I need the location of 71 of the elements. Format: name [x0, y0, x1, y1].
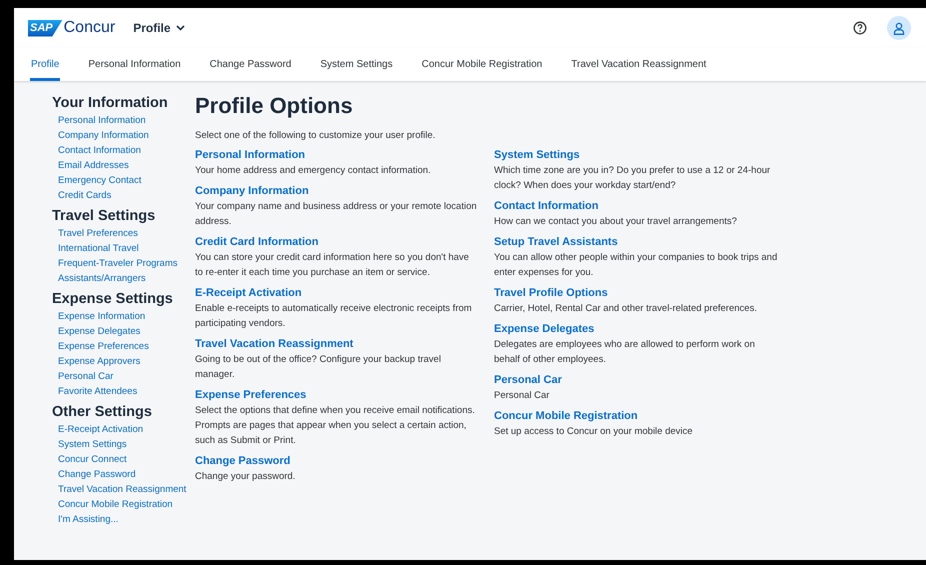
option-description: Enable e-receipts to automatically receive electronic receipts from participating vendors. [195, 302, 473, 331]
sidebar-link[interactable]: Personal Car [58, 369, 188, 384]
chevron-down-icon [176, 25, 185, 31]
page-title: Profile Options [195, 92, 354, 120]
option-description: Change your password. [195, 470, 296, 484]
sidebar-link[interactable]: Personal Information [58, 113, 188, 128]
concur-logo[interactable]: SAP Concur [28, 16, 116, 40]
tab[interactable]: Change Password [208, 48, 292, 81]
option-link[interactable]: Concur Mobile Registration [494, 409, 638, 424]
option-link[interactable]: Travel Vacation Reassignment [195, 337, 354, 352]
section-heading: Travel Settings [52, 207, 156, 226]
intro-text: Select one of the following to customize your user profile. [195, 129, 436, 143]
option-link[interactable]: Expense Preferences [195, 388, 306, 403]
option-link[interactable]: Credit Card Information [195, 235, 318, 250]
sidebar-link[interactable]: Concur Connect [58, 452, 188, 467]
sidebar-link[interactable]: E-Receipt Activation [58, 422, 188, 437]
sidebar-link[interactable]: System Settings [58, 437, 188, 452]
sidebar-link[interactable]: Change Password [58, 467, 188, 482]
sidebar-link[interactable]: Concur Mobile Registration [58, 497, 188, 512]
sidebar-link[interactable]: Expense Preferences [58, 339, 188, 354]
option-description: You can allow other people within your companies to book trips and enter expenses for you. [494, 251, 778, 280]
option-link[interactable]: E-Receipt Activation [195, 286, 302, 301]
tab[interactable]: Travel Vacation Reassignment [570, 48, 708, 81]
sidebar-link[interactable]: Expense Information [58, 309, 188, 324]
option-link[interactable]: Personal Car [494, 373, 562, 388]
option-link[interactable]: Travel Profile Options [494, 286, 608, 301]
sidebar-link[interactable]: Credit Cards [58, 188, 188, 203]
sidebar-link[interactable]: Expense Approvers [58, 354, 188, 369]
logo-text: Concur [64, 18, 116, 38]
logo-mark: SAP [28, 20, 63, 36]
section-heading: Your Information [52, 94, 169, 113]
sidebar-link[interactable]: Expense Delegates [58, 324, 188, 339]
tab[interactable]: System Settings [319, 48, 394, 81]
option-description: Set up access to Concur on your mobile device [494, 425, 694, 439]
sidebar-link[interactable]: Emergency Contact [58, 173, 188, 188]
user-avatar[interactable] [887, 16, 911, 40]
sidebar-link[interactable]: Favorite Attendees [58, 384, 188, 399]
option-link[interactable]: Contact Information [494, 199, 598, 214]
option-link[interactable]: Personal Information [195, 148, 306, 163]
sidebar-link[interactable]: Frequent-Traveler Programs [58, 256, 188, 271]
option-description: Your home address and emergency contact information. [195, 164, 432, 178]
sidebar-link[interactable]: Travel Vacation Reassignment [58, 482, 188, 497]
option-description: Which time zone are you in? Do you prefer to use a 12 or 24-hour clock? When does your workday start/end? [494, 164, 772, 193]
option-description: You can store your credit card information here so you don't have to re-enter it each time you purchase an item or service. [195, 251, 470, 280]
option-description: Carrier, Hotel, Rental Car and other travel-related preferences. [494, 302, 758, 316]
sidebar-link[interactable]: Contact Information [58, 143, 188, 158]
tab[interactable]: Profile [30, 48, 60, 81]
section-heading: Expense Settings [52, 290, 174, 309]
option-link[interactable]: Expense Delegates [494, 322, 594, 337]
sidebar-link[interactable]: Assistants/Arrangers [58, 271, 188, 286]
sidebar-link[interactable]: Company Information [58, 128, 188, 143]
option-link[interactable]: Setup Travel Assistants [494, 235, 618, 250]
sidebar-link[interactable]: Email Addresses [58, 158, 188, 173]
section-heading: Other Settings [52, 403, 153, 422]
option-link[interactable]: System Settings [494, 148, 580, 163]
option-link[interactable]: Change Password [195, 454, 290, 469]
option-description: Personal Car [494, 389, 550, 403]
option-description: Select the options that define when you receive email notifications. Prompts are pages that appear when you select a certain action, such as Submit or Print. [195, 404, 476, 448]
option-description: Your company name and business address or your remote location address. [195, 200, 478, 229]
help-icon[interactable] [853, 21, 867, 35]
person-icon [893, 22, 905, 34]
option-description: Going to be out of the office? Configure your backup travel manager. [195, 353, 442, 382]
sidebar-link[interactable]: Travel Preferences [58, 226, 188, 241]
sidebar-link[interactable]: International Travel [58, 241, 188, 256]
tab[interactable]: Concur Mobile Registration [420, 48, 544, 81]
app-menu[interactable]: Profile [133, 19, 185, 37]
option-description: How can we contact you about your travel arrangements? [494, 215, 738, 229]
tab[interactable]: Personal Information [87, 48, 182, 81]
option-link[interactable]: Company Information [195, 184, 309, 199]
sidebar-link[interactable]: I'm Assisting... [58, 512, 188, 527]
option-description: Delegates are employees who are allowed to perform work on behalf of other employees. [494, 338, 756, 367]
